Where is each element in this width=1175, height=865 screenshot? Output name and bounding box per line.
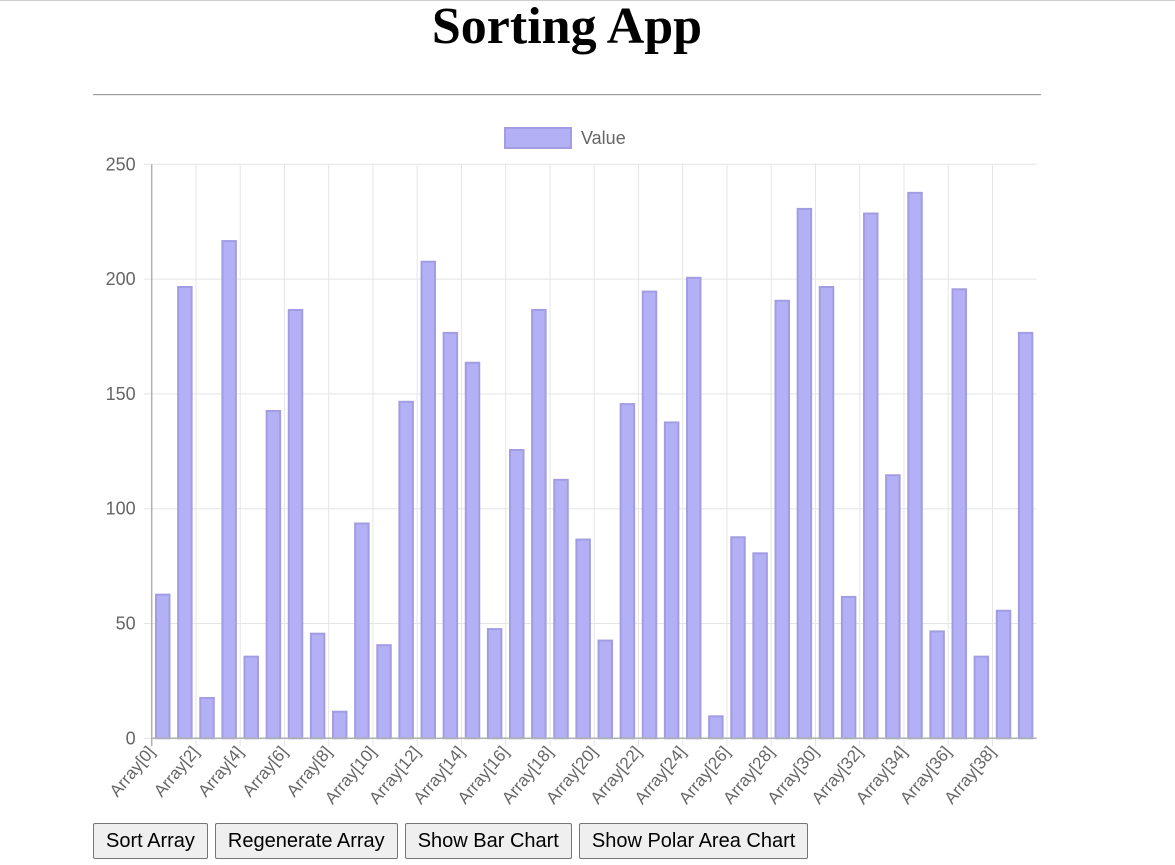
bar[interactable] — [420, 260, 437, 740]
bar[interactable] — [464, 361, 481, 740]
bar[interactable] — [752, 552, 768, 740]
bar[interactable] — [641, 290, 658, 740]
bar[interactable] — [995, 609, 1012, 740]
show-polar-area-chart-button[interactable]: Show Polar Area Chart — [578, 823, 809, 859]
bar[interactable] — [575, 538, 591, 740]
bar[interactable] — [818, 285, 835, 740]
x-tick-label: Array[6] — [239, 743, 292, 801]
bar[interactable] — [398, 400, 414, 740]
bar[interactable] — [840, 595, 857, 740]
bar[interactable] — [597, 639, 614, 740]
bar[interactable] — [885, 474, 901, 740]
bar[interactable] — [730, 536, 746, 740]
show-bar-chart-button[interactable]: Show Bar Chart — [404, 823, 572, 859]
y-tick-label: 100 — [106, 499, 136, 519]
bar[interactable] — [619, 403, 636, 740]
bar[interactable] — [221, 240, 237, 740]
bar[interactable] — [686, 276, 702, 740]
bar[interactable] — [951, 288, 968, 740]
bar[interactable] — [553, 478, 569, 740]
bar[interactable] — [907, 191, 923, 740]
legend: Value — [504, 127, 626, 149]
bar[interactable] — [509, 449, 525, 740]
y-tick-label: 250 — [106, 154, 136, 174]
bar[interactable] — [332, 710, 348, 740]
bar[interactable] — [973, 655, 990, 740]
bar[interactable] — [774, 299, 791, 740]
bar[interactable] — [265, 409, 282, 740]
bar[interactable] — [708, 715, 724, 740]
bar[interactable] — [531, 308, 547, 740]
bar[interactable] — [309, 632, 326, 740]
bar[interactable] — [354, 522, 370, 740]
bar[interactable] — [287, 308, 304, 740]
action-buttons: Sort Array Regenerate Array Show Bar Cha… — [93, 823, 809, 859]
y-tick-label: 0 — [126, 728, 136, 748]
legend-swatch[interactable] — [504, 127, 572, 149]
bar[interactable] — [199, 696, 215, 740]
bar[interactable] — [486, 628, 503, 740]
x-tick-label: Array[4] — [194, 743, 247, 801]
y-tick-label: 50 — [116, 614, 136, 634]
x-tick-label: Array[2] — [150, 743, 203, 801]
bar[interactable] — [155, 593, 171, 740]
bar[interactable] — [243, 655, 260, 740]
regenerate-array-button[interactable]: Regenerate Array — [214, 823, 398, 859]
legend-label[interactable]: Value — [581, 128, 626, 148]
sort-array-button[interactable]: Sort Array — [93, 823, 208, 859]
bar[interactable] — [177, 285, 193, 740]
bar[interactable] — [796, 207, 813, 740]
bar[interactable] — [1017, 331, 1034, 740]
bar[interactable] — [863, 212, 879, 740]
bar-chart: 0 50 100 150 200 250 Array[0]Array[2]Array[4]A… — [106, 127, 1037, 808]
bar[interactable] — [929, 630, 945, 740]
bar[interactable] — [376, 644, 392, 740]
bar[interactable] — [663, 421, 680, 740]
bar[interactable] — [442, 331, 459, 740]
y-tick-label: 150 — [106, 384, 136, 404]
x-tick-label: Array[0] — [106, 743, 159, 801]
y-tick-label: 200 — [106, 269, 136, 289]
